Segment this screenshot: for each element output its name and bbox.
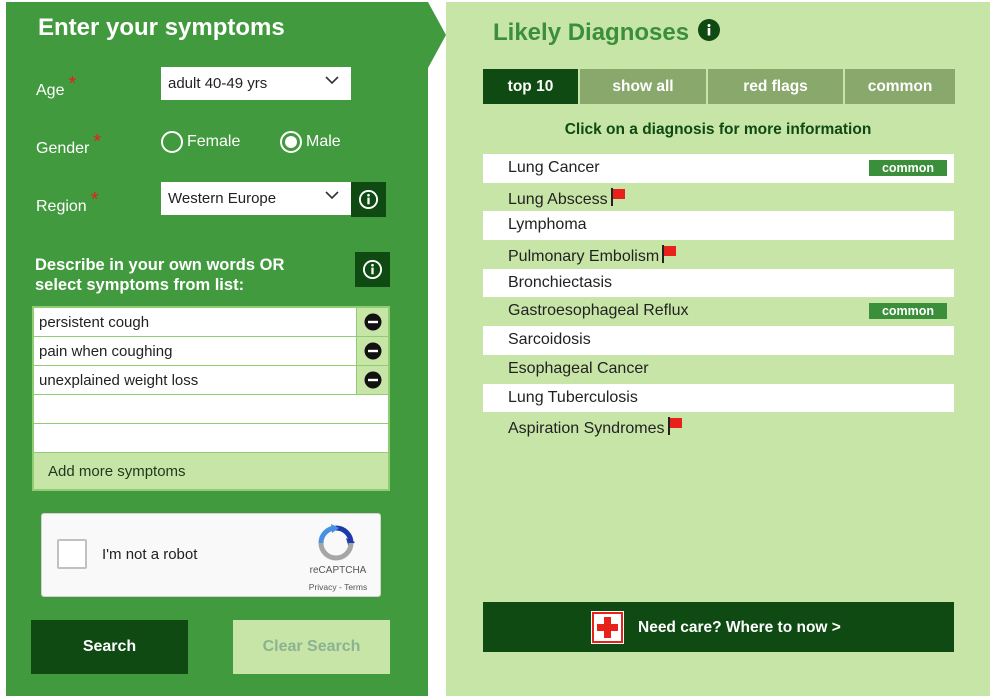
diagnosis-name: Pulmonary Embolism — [508, 248, 660, 266]
diagnosis-name: Esophageal Cancer — [508, 359, 649, 377]
symptom-row[interactable]: pain when coughing — [34, 337, 388, 366]
diagnosis-name: Lung Abscess — [508, 190, 608, 208]
diagnosis-list: Lung Cancer common Lung Abscess Lymphoma… — [483, 154, 954, 441]
search-button[interactable]: Search — [31, 620, 188, 674]
diagnosis-name: Lung Tuberculosis — [508, 388, 638, 406]
captcha-checkbox[interactable] — [57, 539, 87, 569]
remove-symptom-button[interactable] — [356, 308, 388, 336]
diagnosis-name: Lymphoma — [508, 216, 587, 234]
radio-checked-icon — [280, 131, 302, 153]
minus-circle-icon — [364, 342, 382, 360]
symptom-row[interactable]: persistent cough — [34, 308, 388, 337]
diagnosis-name: Sarcoidosis — [508, 331, 591, 349]
age-select[interactable]: adult 40-49 yrs — [161, 67, 351, 100]
info-icon — [358, 189, 379, 210]
radio-unchecked-icon — [161, 131, 183, 153]
symptom-list: persistent cough pain when coughing unex… — [32, 306, 390, 491]
common-badge: common — [869, 160, 947, 176]
need-care-button[interactable]: Need care? Where to now > — [483, 602, 954, 652]
region-select-value: Western Europe — [168, 190, 277, 207]
gender-radio-female[interactable]: Female — [161, 131, 240, 153]
chevron-down-icon — [325, 191, 339, 200]
symptom-text: pain when coughing — [39, 343, 173, 360]
info-icon[interactable] — [698, 19, 720, 41]
captcha-brand: reCAPTCHA — [309, 565, 367, 576]
recaptcha-logo-icon — [318, 524, 355, 561]
panel-arrow-decoration — [428, 2, 446, 68]
diagnosis-item[interactable]: Lung Abscess — [483, 183, 954, 212]
remove-symptom-button[interactable] — [356, 337, 388, 365]
gender-label: Gender * — [36, 131, 102, 157]
diagnosis-item[interactable]: Lymphoma — [483, 211, 954, 241]
gender-male-label: Male — [306, 133, 341, 150]
tab-common[interactable]: common — [845, 69, 955, 104]
region-required-mark: * — [90, 189, 99, 211]
tab-show-all[interactable]: show all — [580, 69, 708, 104]
gender-female-label: Female — [187, 133, 241, 150]
captcha-privacy-terms-links[interactable]: Privacy - Terms — [299, 582, 377, 592]
diagnosis-name: Gastroesophageal Reflux — [508, 302, 689, 320]
diagnosis-item[interactable]: Lung Tuberculosis — [483, 383, 954, 413]
symptom-text: unexplained weight loss — [39, 372, 199, 389]
diagnosis-name: Lung Cancer — [508, 159, 600, 176]
describe-info-button[interactable] — [355, 252, 390, 287]
gender-required-mark: * — [93, 131, 102, 153]
recaptcha-widget: I'm not a robot reCAPTCHA Privacy - Term… — [41, 513, 381, 597]
tab-red-flags[interactable]: red flags — [708, 69, 845, 104]
diagnosis-item[interactable]: Gastroesophageal Reflux common — [483, 297, 954, 326]
age-select-value: adult 40-49 yrs — [168, 75, 268, 92]
region-label: Region * — [36, 189, 99, 215]
diagnosis-item[interactable]: Aspiration Syndromes — [483, 412, 954, 441]
age-required-mark: * — [68, 73, 77, 95]
symptom-entry-panel: Enter your symptoms Age * adult 40-49 yrs… — [6, 2, 428, 696]
diagnosis-item[interactable]: Pulmonary Embolism — [483, 240, 954, 269]
clear-search-button[interactable]: Clear Search — [233, 620, 390, 674]
symptom-input-empty[interactable] — [34, 395, 388, 424]
age-label: Age * — [36, 73, 77, 99]
red-flag-icon — [667, 417, 682, 436]
diagnoses-panel: Likely Diagnoses top 10 show all red fla… — [446, 2, 990, 696]
describe-instructions: Describe in your own words OR select sym… — [35, 255, 284, 295]
diagnosis-item[interactable]: Bronchiectasis — [483, 268, 954, 298]
region-info-button[interactable] — [351, 182, 386, 217]
region-select[interactable]: Western Europe — [161, 182, 351, 215]
tab-top-10[interactable]: top 10 — [483, 69, 580, 104]
diagnosis-hint: Click on a diagnosis for more informatio… — [564, 121, 872, 138]
medical-cross-icon — [591, 611, 624, 644]
symptom-row[interactable]: unexplained weight loss — [34, 366, 388, 395]
need-care-label: Need care? Where to now > — [638, 619, 841, 636]
minus-circle-icon — [364, 371, 382, 389]
remove-symptom-button[interactable] — [356, 366, 388, 394]
minus-circle-icon — [364, 313, 382, 331]
diagnosis-name: Bronchiectasis — [508, 273, 613, 291]
common-badge: common — [869, 303, 947, 320]
symptom-text: persistent cough — [39, 314, 150, 331]
info-icon — [362, 259, 383, 280]
diagnosis-tabs: top 10 show all red flags common — [483, 69, 955, 104]
symptom-input-empty[interactable] — [34, 424, 388, 453]
diagnosis-item[interactable]: Lung Cancer common — [483, 154, 954, 183]
gender-radio-male[interactable]: Male — [280, 131, 341, 153]
captcha-label: I'm not a robot — [102, 546, 198, 563]
red-flag-icon — [610, 187, 625, 206]
diagnosis-name: Aspiration Syndromes — [508, 420, 665, 438]
symptoms-title: Enter your symptoms — [38, 14, 285, 41]
diagnosis-item[interactable]: Esophageal Cancer — [483, 355, 954, 384]
diagnoses-title: Likely Diagnoses — [493, 19, 690, 46]
describe-line-1: Describe in your own words OR — [35, 256, 285, 274]
chevron-down-icon — [325, 76, 339, 85]
diagnosis-item[interactable]: Sarcoidosis — [483, 326, 954, 355]
red-flag-icon — [662, 245, 677, 264]
add-more-symptoms-link[interactable]: Add more symptoms — [34, 453, 388, 489]
describe-line-2: select symptoms from list: — [35, 276, 245, 294]
